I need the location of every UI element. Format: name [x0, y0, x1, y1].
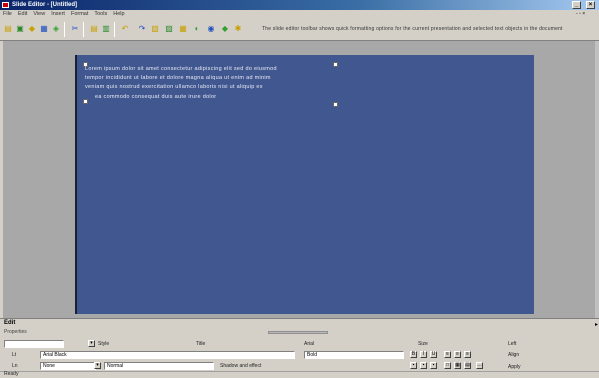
minimize-button[interactable]: _ [572, 1, 581, 9]
mdi-window-controls[interactable]: - ▫ × [576, 10, 585, 19]
cut-icon[interactable]: ✂ [70, 23, 80, 35]
save-icon[interactable]: ◆ [27, 23, 37, 35]
more-options-button[interactable]: … [476, 362, 483, 369]
line-color-button[interactable]: ▪ [420, 362, 427, 369]
resize-handle[interactable] [333, 102, 338, 107]
insert-table-icon[interactable]: ▦ [178, 23, 188, 35]
menu-view[interactable]: View [30, 10, 48, 19]
font-label: Arial [304, 341, 315, 347]
menu-edit[interactable]: Edit [15, 10, 30, 19]
toolbar-separator [64, 22, 65, 37]
slide-text-line: Lorem ipsum dolor sit amet consectetur a… [85, 66, 277, 72]
help-icon[interactable]: ◆ [220, 23, 230, 35]
size-label: Size [418, 341, 428, 347]
line-select[interactable]: None [40, 362, 96, 370]
style-dropdown-button[interactable]: ▾ [88, 340, 95, 347]
undo-icon[interactable]: ↶ [120, 23, 130, 35]
weight-select[interactable]: Normal [104, 362, 214, 370]
bold-field[interactable]: Bold [304, 351, 404, 359]
status-text: Ready [4, 371, 19, 377]
redo-icon[interactable]: ↷ [137, 23, 147, 35]
title-bar: Slide Editor - [Untitled] _ × [0, 0, 599, 10]
slide-text-line: ea commodo consequat duis aute irure dol… [95, 94, 217, 100]
style-label: Style [98, 341, 110, 347]
menu-insert[interactable]: Insert [48, 10, 68, 19]
panel-splitter[interactable] [268, 331, 328, 334]
format-button[interactable]: ▤ [464, 362, 471, 369]
slide-text-line: veniam quis nostrud exercitation ullamco… [85, 84, 263, 90]
open-icon[interactable]: ▣ [15, 23, 25, 35]
style-select[interactable] [4, 340, 64, 348]
zoom-icon[interactable]: ◉ [206, 23, 216, 35]
border-button[interactable]: □ [444, 362, 451, 369]
preview-icon[interactable]: ◈ [51, 23, 61, 35]
close-button[interactable]: × [586, 1, 595, 9]
new-icon[interactable]: ▤ [3, 23, 13, 35]
slide-text-line: tempor incididunt ut labore et dolore ma… [85, 75, 271, 81]
insert-image-icon[interactable]: ▧ [150, 23, 160, 35]
menu-bar: File Edit View Insert Format Tools Help - ▫ × [0, 10, 599, 19]
bold-toggle[interactable]: B [410, 351, 417, 358]
shadow-button[interactable]: ▪ [430, 362, 437, 369]
grid-button[interactable]: ▦ [454, 362, 461, 369]
print-icon[interactable]: ▦ [39, 23, 49, 35]
align-center-button[interactable]: ≡ [454, 351, 461, 358]
about-icon[interactable]: ✱ [233, 23, 243, 35]
toolbar-separator [114, 22, 115, 37]
align-right-button[interactable]: ≡ [464, 351, 471, 358]
effect-label: Shadow and effect [220, 363, 262, 369]
row-prefix-label: Lt [12, 352, 17, 358]
toolbar-separator [83, 22, 84, 37]
panel-tab[interactable]: Properties [4, 329, 27, 335]
italic-toggle[interactable]: I [420, 351, 427, 358]
menu-format[interactable]: Format [68, 10, 91, 19]
menu-help[interactable]: Help [110, 10, 127, 19]
panel-scroll-arrow[interactable]: ▸ [584, 321, 598, 329]
text-label: Title [196, 341, 206, 347]
toolbar-status-text: The slide editor toolbar shows quick for… [262, 26, 563, 32]
font-field[interactable]: Arial Black [40, 351, 295, 359]
window-title: Slide Editor - [Untitled] [12, 2, 77, 8]
underline-toggle[interactable]: U [430, 351, 437, 358]
resize-handle[interactable] [333, 62, 338, 67]
toolbar: ▤ ▣ ◆ ▦ ◈ ✂ ▤ ▥ ↶ ↷ ▧ ▨ ▦ ◐ ◉ ◆ ✱ The sl… [0, 19, 599, 41]
menu-file[interactable]: File [0, 10, 15, 19]
status-bar: Ready [0, 371, 599, 378]
insert-shape-icon[interactable]: ◐ [192, 23, 202, 35]
apply-label[interactable]: Apply [508, 363, 521, 371]
line-dropdown-button[interactable]: ▾ [94, 362, 101, 369]
align-mode-label: Align [508, 352, 520, 358]
paste-icon[interactable]: ▥ [101, 23, 111, 35]
align-label: Left [508, 341, 517, 347]
resize-handle[interactable] [83, 99, 88, 104]
align-left-button[interactable]: ≡ [444, 351, 451, 358]
properties-panel: Edit Properties ▸ ▾ Style Title Arial Si… [0, 318, 599, 378]
panel-title: Edit [4, 320, 16, 326]
insert-chart-icon[interactable]: ▨ [164, 23, 174, 35]
slide-text-box[interactable]: Lorem ipsum dolor sit amet consectetur a… [83, 62, 338, 108]
fill-color-button[interactable]: ▪ [410, 362, 417, 369]
copy-icon[interactable]: ▤ [89, 23, 99, 35]
app-icon [2, 2, 9, 8]
menu-tools[interactable]: Tools [91, 10, 110, 19]
row-prefix-label: Ln [12, 363, 18, 369]
vertical-scrollbar[interactable] [595, 41, 599, 318]
